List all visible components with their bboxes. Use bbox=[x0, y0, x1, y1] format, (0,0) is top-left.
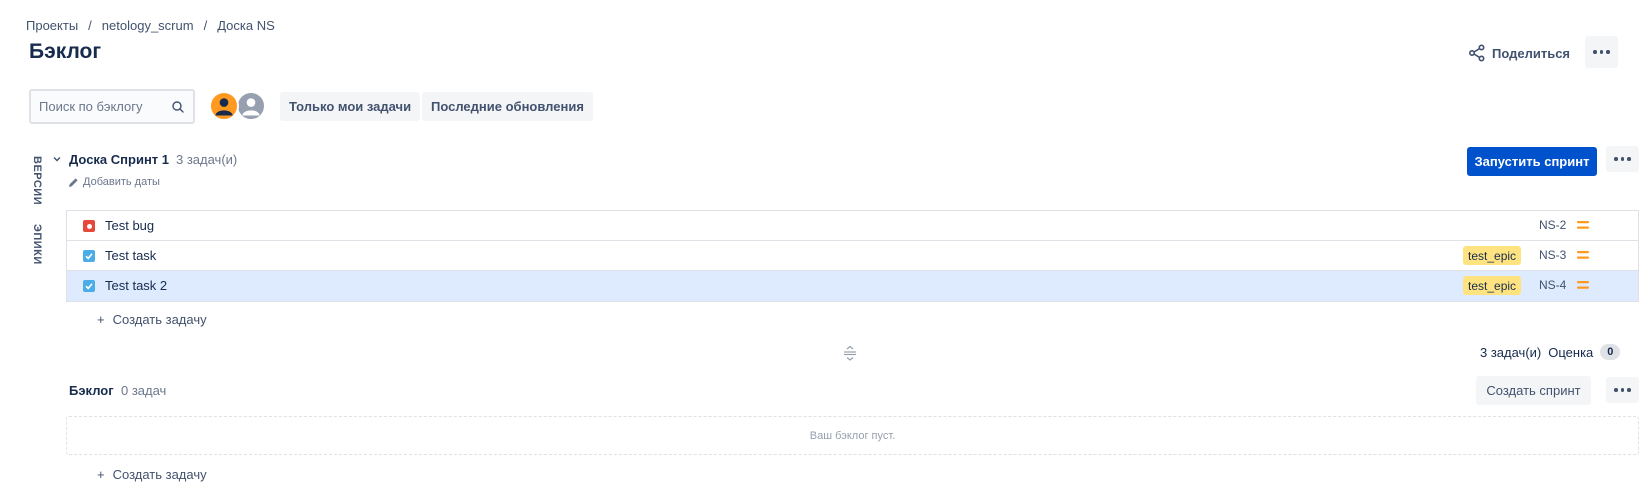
breadcrumb: Проекты / netology_scrum / Доска NS bbox=[26, 18, 275, 33]
issue-key[interactable]: NS-3 bbox=[1539, 248, 1566, 262]
add-dates-link[interactable]: Добавить даты bbox=[68, 176, 160, 188]
drag-handle-icon[interactable] bbox=[843, 345, 857, 361]
breadcrumb-projects[interactable]: Проекты bbox=[26, 18, 78, 33]
backlog-issue-count: 0 задач bbox=[121, 383, 167, 398]
issue-row[interactable]: Test bug NS-2 bbox=[67, 211, 1638, 241]
task-icon bbox=[83, 280, 95, 292]
epic-lozenge[interactable]: test_epic bbox=[1463, 276, 1522, 295]
backlog-name: Бэклог bbox=[69, 383, 114, 398]
plus-icon: + bbox=[97, 312, 105, 327]
issue-row[interactable]: Test task test_epic NS-3 bbox=[67, 241, 1638, 271]
more-icon bbox=[1614, 388, 1631, 392]
estimate-badge: 0 bbox=[1600, 344, 1621, 360]
priority-medium-icon bbox=[1577, 221, 1589, 229]
estimate-label: Оценка bbox=[1548, 344, 1594, 360]
user-icon bbox=[242, 98, 260, 116]
create-issue-button[interactable]: + Создать задачу bbox=[97, 312, 207, 327]
create-issue-label: Создать задачу bbox=[112, 467, 207, 482]
search-icon bbox=[172, 100, 184, 113]
create-issue-label: Создать задачу bbox=[112, 312, 207, 327]
sprint-issue-count: 3 задач(и) bbox=[176, 152, 238, 167]
plus-icon: + bbox=[97, 467, 105, 482]
pencil-icon bbox=[69, 177, 78, 187]
breadcrumb-separator: / bbox=[203, 18, 208, 33]
empty-backlog-dropzone: Ваш бэклог пуст. bbox=[66, 416, 1639, 455]
issue-key[interactable]: NS-4 bbox=[1539, 278, 1566, 292]
avatar[interactable] bbox=[209, 91, 239, 121]
user-icon bbox=[215, 98, 233, 116]
create-issue-button[interactable]: + Создать задачу bbox=[97, 467, 207, 482]
more-icon bbox=[1593, 50, 1610, 54]
issue-summary: Test task bbox=[105, 248, 157, 263]
more-actions-button[interactable] bbox=[1585, 36, 1618, 68]
epic-lozenge[interactable]: test_epic bbox=[1463, 246, 1522, 265]
search-input[interactable] bbox=[39, 99, 169, 114]
backlog-more-button[interactable] bbox=[1606, 377, 1639, 403]
share-icon bbox=[1468, 44, 1485, 62]
issue-summary: Test bug bbox=[105, 218, 155, 233]
chevron-down-icon[interactable] bbox=[51, 153, 63, 165]
sprint-more-button[interactable] bbox=[1606, 146, 1639, 172]
breadcrumb-separator: / bbox=[88, 18, 92, 33]
priority-medium-icon bbox=[1577, 281, 1589, 289]
more-icon bbox=[1614, 157, 1631, 161]
empty-backlog-text: Ваш бэклог пуст. bbox=[809, 429, 896, 442]
sprint-name: Доска Спринт 1 bbox=[69, 152, 170, 167]
start-sprint-button[interactable]: Запустить спринт bbox=[1467, 147, 1597, 176]
create-sprint-button[interactable]: Создать спринт bbox=[1476, 376, 1591, 405]
add-dates-label: Добавить даты bbox=[83, 176, 160, 188]
task-icon bbox=[83, 250, 95, 262]
priority-medium-icon bbox=[1577, 251, 1589, 259]
page-title: Бэклог bbox=[29, 40, 102, 63]
side-tab-epics[interactable]: ЭПИКИ bbox=[31, 224, 43, 265]
avatar-unassigned[interactable] bbox=[236, 91, 266, 121]
sprint-summary-count: 3 задач(и) bbox=[1480, 344, 1542, 360]
sprint-summary: 3 задач(и) Оценка 0 bbox=[1480, 344, 1621, 360]
issue-summary: Test task 2 bbox=[105, 278, 168, 293]
sprint-issue-list: Test bug NS-2 Test task test_epic NS-3 T… bbox=[66, 210, 1639, 302]
issue-key[interactable]: NS-2 bbox=[1539, 218, 1566, 232]
breadcrumb-board[interactable]: Доска NS bbox=[217, 18, 275, 33]
breadcrumb-project[interactable]: netology_scrum bbox=[102, 18, 194, 33]
share-label: Поделиться bbox=[1492, 45, 1571, 61]
filter-only-my-issues[interactable]: Только мои задачи bbox=[280, 92, 421, 121]
bug-icon bbox=[83, 220, 95, 232]
side-tab-versions[interactable]: ВЕРСИИ bbox=[31, 156, 43, 205]
search-field[interactable] bbox=[29, 89, 195, 124]
filter-recently-updated[interactable]: Последние обновления bbox=[422, 92, 593, 121]
issue-row-selected[interactable]: Test task 2 test_epic NS-4 bbox=[67, 271, 1638, 301]
share-button[interactable]: Поделиться bbox=[1468, 42, 1570, 64]
